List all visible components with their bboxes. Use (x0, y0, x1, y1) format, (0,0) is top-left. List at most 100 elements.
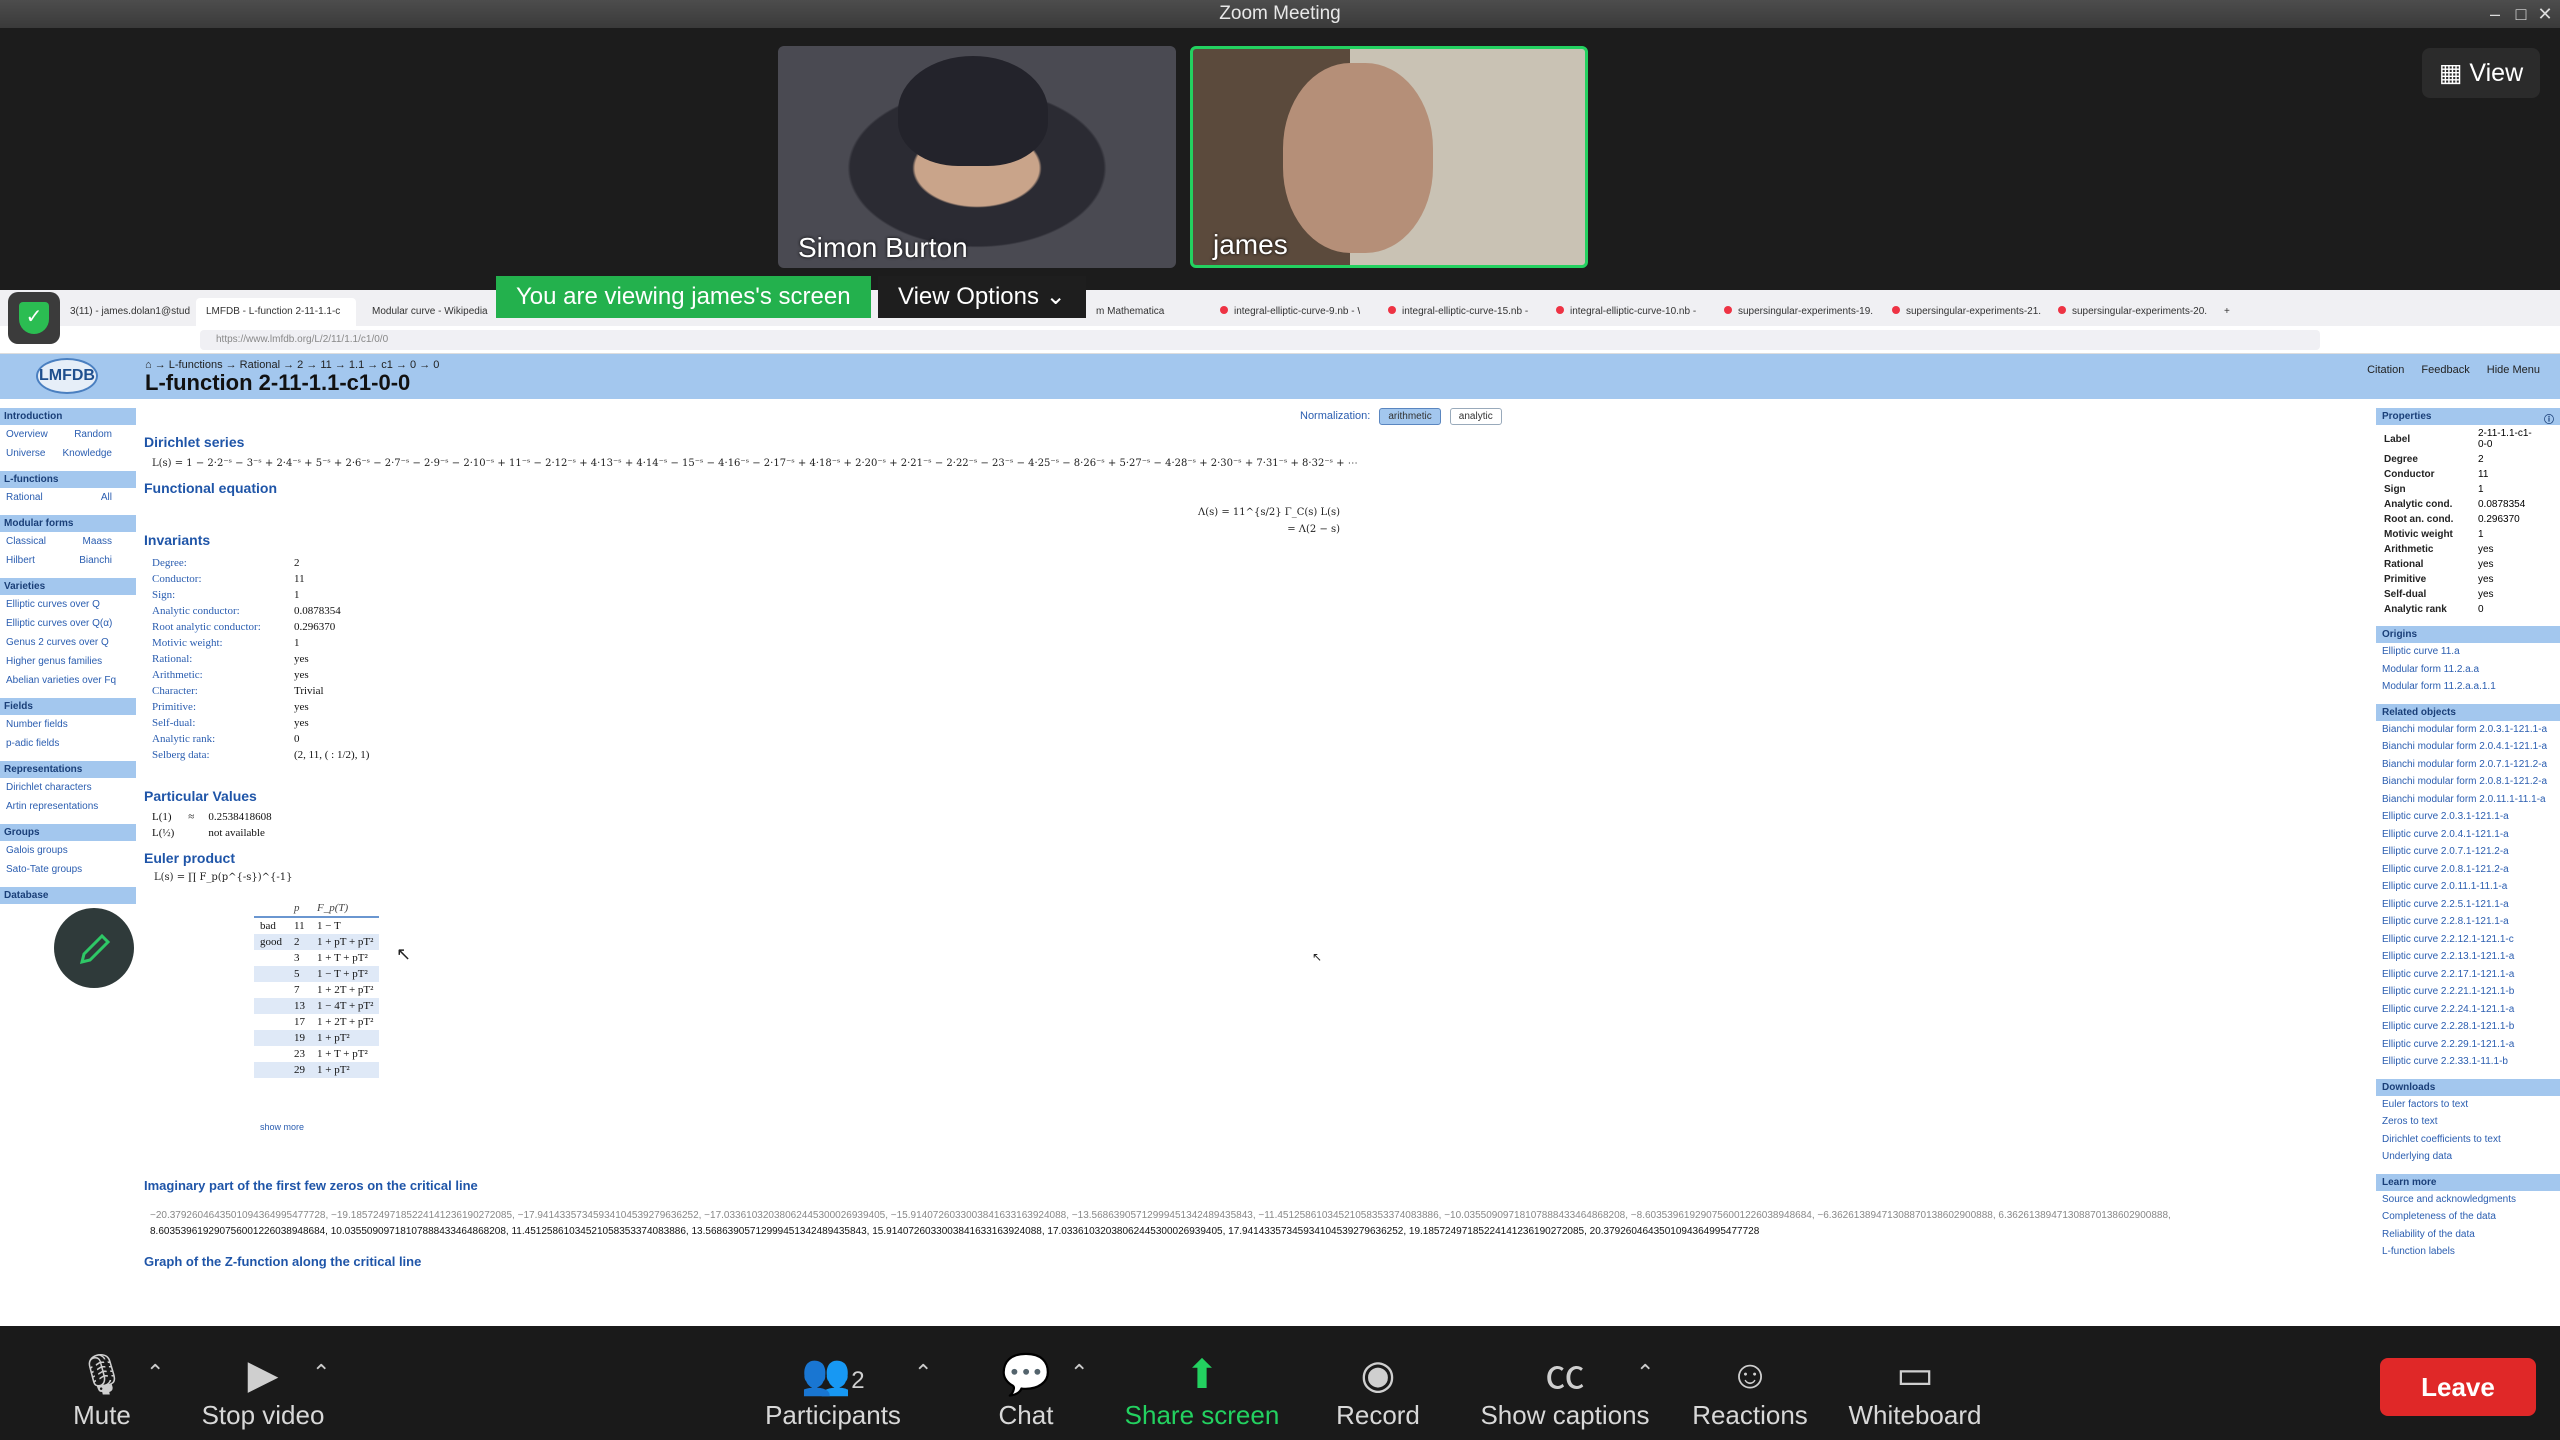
participant-tile-simon[interactable]: Simon Burton (778, 46, 1176, 268)
nav-link[interactable]: Bianchi (79, 553, 112, 568)
browser-tab[interactable]: supersingular-experiments-21. (1882, 298, 2042, 326)
property-key[interactable]: Arithmetic (2378, 543, 2470, 556)
new-tab-icon[interactable]: + (2214, 298, 2234, 326)
invariant-key[interactable]: Character: (146, 684, 286, 698)
related-object-link[interactable]: Elliptic curve 2.0.7.1-121.2-a (2376, 843, 2560, 861)
download-link[interactable]: Zeros to text (2376, 1113, 2560, 1131)
show-captions-button[interactable]: ㏄ Show captions (1476, 1350, 1654, 1431)
show-more-link[interactable]: show more (260, 1122, 304, 1132)
related-object-link[interactable]: Elliptic curve 2.2.17.1-121.1-a (2376, 966, 2560, 984)
hide-menu-link[interactable]: Hide Menu (2487, 364, 2540, 376)
lmfdb-logo[interactable]: LMFDB (36, 358, 98, 394)
property-key[interactable]: Analytic rank (2378, 603, 2470, 616)
invariant-key[interactable]: Motivic weight: (146, 636, 286, 650)
related-object-link[interactable]: Bianchi modular form 2.0.4.1-121.1-a (2376, 738, 2560, 756)
related-object-link[interactable]: Bianchi modular form 2.0.11.1-11.1-a (2376, 791, 2560, 809)
related-object-link[interactable]: Elliptic curve 2.0.11.1-11.1-a (2376, 878, 2560, 896)
nav-link[interactable]: Hilbert (6, 553, 35, 568)
video-options-caret-icon[interactable]: ⌃ (312, 1360, 330, 1386)
invariant-key[interactable]: Sign: (146, 588, 286, 602)
download-link[interactable]: Euler factors to text (2376, 1096, 2560, 1114)
nav-link[interactable]: Rational (6, 490, 43, 505)
related-object-link[interactable]: Bianchi modular form 2.0.7.1-121.2-a (2376, 756, 2560, 774)
browser-tab[interactable]: integral-elliptic-curve-9.nb - W (1210, 298, 1360, 326)
invariant-key[interactable]: Rational: (146, 652, 286, 666)
chat-button[interactable]: 💬 Chat (994, 1350, 1058, 1431)
nav-link[interactable]: Higher genus families (6, 656, 102, 667)
chat-caret-icon[interactable]: ⌃ (1070, 1360, 1088, 1386)
info-icon[interactable]: ⓘ (2544, 411, 2554, 426)
learn-more-link[interactable]: Reliability of the data (2376, 1226, 2560, 1244)
related-object-link[interactable]: Elliptic curve 2.0.8.1-121.2-a (2376, 861, 2560, 879)
nav-link[interactable]: Abelian varieties over Fq (6, 675, 116, 686)
property-key[interactable]: Conductor (2378, 468, 2470, 481)
browser-tab[interactable]: supersingular-experiments-20. (2048, 298, 2208, 326)
participant-tile-james[interactable]: james (1190, 46, 1588, 268)
nav-link[interactable]: p-adic fields (6, 738, 59, 749)
nav-link[interactable]: All (101, 490, 112, 505)
related-object-link[interactable]: Elliptic curve 2.2.21.1-121.1-b (2376, 983, 2560, 1001)
url-input[interactable]: https://www.lmfdb.org/L/2/11/1.1/c1/0/0 (200, 330, 2320, 350)
origin-link[interactable]: Elliptic curve 11.a (2376, 643, 2560, 661)
security-shield-button[interactable]: ✓ (8, 292, 60, 344)
nav-link[interactable]: Knowledge (63, 446, 112, 461)
nav-link[interactable]: Overview (6, 427, 48, 442)
whiteboard-button[interactable]: ▭ Whiteboard (1842, 1350, 1988, 1431)
share-screen-button[interactable]: ⬆ Share screen (1122, 1350, 1282, 1431)
related-object-link[interactable]: Elliptic curve 2.2.28.1-121.1-b (2376, 1018, 2560, 1036)
participants-button[interactable]: 👥2 Participants (760, 1350, 906, 1431)
participants-caret-icon[interactable]: ⌃ (914, 1360, 932, 1386)
reactions-button[interactable]: ☺ Reactions (1690, 1350, 1810, 1431)
nav-link[interactable]: Genus 2 curves over Q (6, 637, 109, 648)
related-object-link[interactable]: Elliptic curve 2.2.33.1-11.1-b (2376, 1053, 2560, 1071)
close-icon[interactable]: ✕ (2532, 0, 2558, 28)
learn-more-link[interactable]: Source and acknowledgments (2376, 1191, 2560, 1209)
property-key[interactable]: Root an. cond. (2378, 513, 2470, 526)
nav-link[interactable]: Galois groups (6, 845, 68, 856)
audio-options-caret-icon[interactable]: ⌃ (146, 1360, 164, 1386)
nav-link[interactable]: Number fields (6, 719, 68, 730)
invariant-key[interactable]: Selberg data: (146, 748, 286, 762)
related-object-link[interactable]: Elliptic curve 2.2.5.1-121.1-a (2376, 896, 2560, 914)
download-link[interactable]: Underlying data (2376, 1148, 2560, 1166)
property-key[interactable]: Analytic cond. (2378, 498, 2470, 511)
invariant-key[interactable]: Arithmetic: (146, 668, 286, 682)
minimize-icon[interactable]: – (2482, 0, 2508, 28)
citation-link[interactable]: Citation (2367, 364, 2404, 376)
invariant-key[interactable]: Degree: (146, 556, 286, 570)
invariant-key[interactable]: Self-dual: (146, 716, 286, 730)
related-object-link[interactable]: Elliptic curve 2.2.12.1-121.1-c (2376, 931, 2560, 949)
nav-link[interactable]: Maass (83, 534, 112, 549)
learn-more-link[interactable]: L-function labels (2376, 1243, 2560, 1261)
stop-video-button[interactable]: ▶ Stop video (196, 1350, 330, 1431)
property-key[interactable]: Label (2378, 427, 2470, 451)
normalization-analytic-button[interactable]: analytic (1449, 408, 1502, 425)
related-object-link[interactable]: Elliptic curve 2.2.13.1-121.1-a (2376, 948, 2560, 966)
maximize-icon[interactable]: □ (2508, 0, 2534, 28)
download-link[interactable]: Dirichlet coefficients to text (2376, 1131, 2560, 1149)
nav-link[interactable]: Artin representations (6, 801, 98, 812)
related-object-link[interactable]: Elliptic curve 2.2.8.1-121.1-a (2376, 913, 2560, 931)
property-key[interactable]: Primitive (2378, 573, 2470, 586)
browser-tab-active[interactable]: LMFDB - L-function 2-11-1.1-c (196, 298, 356, 326)
property-key[interactable]: Self-dual (2378, 588, 2470, 601)
view-options-button[interactable]: View Options ⌄ (878, 276, 1086, 318)
nav-link[interactable]: Sato-Tate groups (6, 864, 82, 875)
origin-link[interactable]: Modular form 11.2.a.a (2376, 661, 2560, 679)
nav-link[interactable]: Elliptic curves over Q (6, 599, 100, 610)
related-object-link[interactable]: Bianchi modular form 2.0.8.1-121.2-a (2376, 773, 2560, 791)
invariant-key[interactable]: Primitive: (146, 700, 286, 714)
property-key[interactable]: Rational (2378, 558, 2470, 571)
annotate-button[interactable] (54, 908, 134, 988)
nav-link[interactable]: Classical (6, 534, 46, 549)
nav-link[interactable]: Elliptic curves over Q(α) (6, 618, 112, 629)
browser-tab[interactable]: 3(11) - james.dolan1@stude (60, 298, 190, 326)
mute-button[interactable]: 🎙 Mute (70, 1350, 134, 1431)
captions-caret-icon[interactable]: ⌃ (1636, 1360, 1654, 1386)
property-key[interactable]: Motivic weight (2378, 528, 2470, 541)
leave-button[interactable]: Leave (2380, 1358, 2536, 1416)
nav-link[interactable]: Universe (6, 446, 45, 461)
property-key[interactable]: Sign (2378, 483, 2470, 496)
learn-more-link[interactable]: Completeness of the data (2376, 1208, 2560, 1226)
related-object-link[interactable]: Elliptic curve 2.2.24.1-121.1-a (2376, 1001, 2560, 1019)
